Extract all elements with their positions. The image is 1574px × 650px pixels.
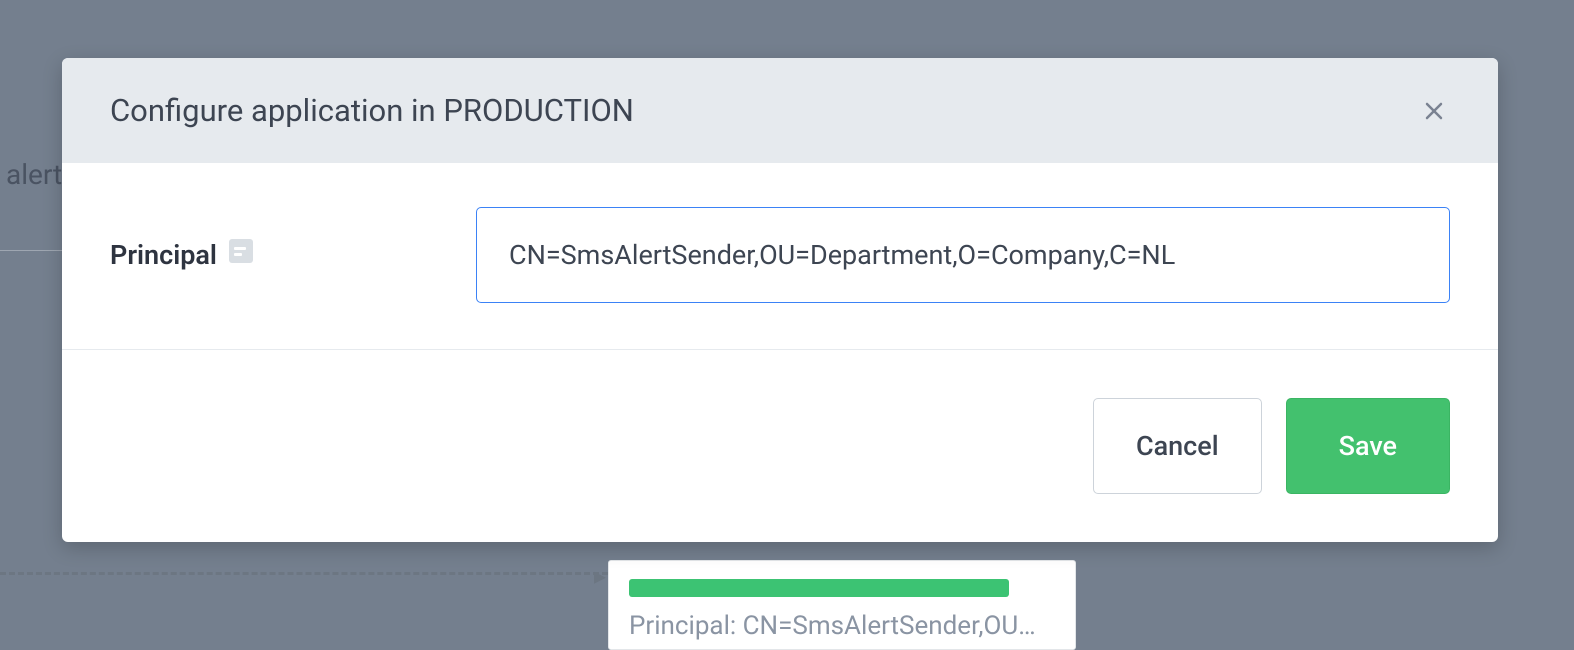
background-divider xyxy=(0,250,62,251)
background-text-fragment: alert xyxy=(0,158,62,191)
modal-footer: Cancel Save xyxy=(62,350,1498,542)
cancel-button[interactable]: Cancel xyxy=(1093,398,1262,494)
configure-application-modal: Configure application in PRODUCTION Prin… xyxy=(62,58,1498,542)
close-button[interactable] xyxy=(1418,95,1450,127)
principal-label: Principal xyxy=(110,239,217,271)
save-button[interactable]: Save xyxy=(1286,398,1450,494)
text-field-icon xyxy=(229,239,253,263)
principal-label-wrap: Principal xyxy=(110,239,476,271)
close-icon xyxy=(1422,99,1446,123)
background-card: Principal: CN=SmsAlertSender,OU… xyxy=(608,560,1076,650)
modal-title: Configure application in PRODUCTION xyxy=(110,92,634,129)
background-dashed-line xyxy=(0,572,608,575)
principal-input[interactable] xyxy=(476,207,1450,303)
background-status-bar xyxy=(629,579,1009,597)
modal-body: Principal xyxy=(62,163,1498,350)
background-principal-text: Principal: CN=SmsAlertSender,OU… xyxy=(629,611,1055,641)
modal-header: Configure application in PRODUCTION xyxy=(62,58,1498,163)
arrow-right-icon: ▸ xyxy=(594,562,606,590)
